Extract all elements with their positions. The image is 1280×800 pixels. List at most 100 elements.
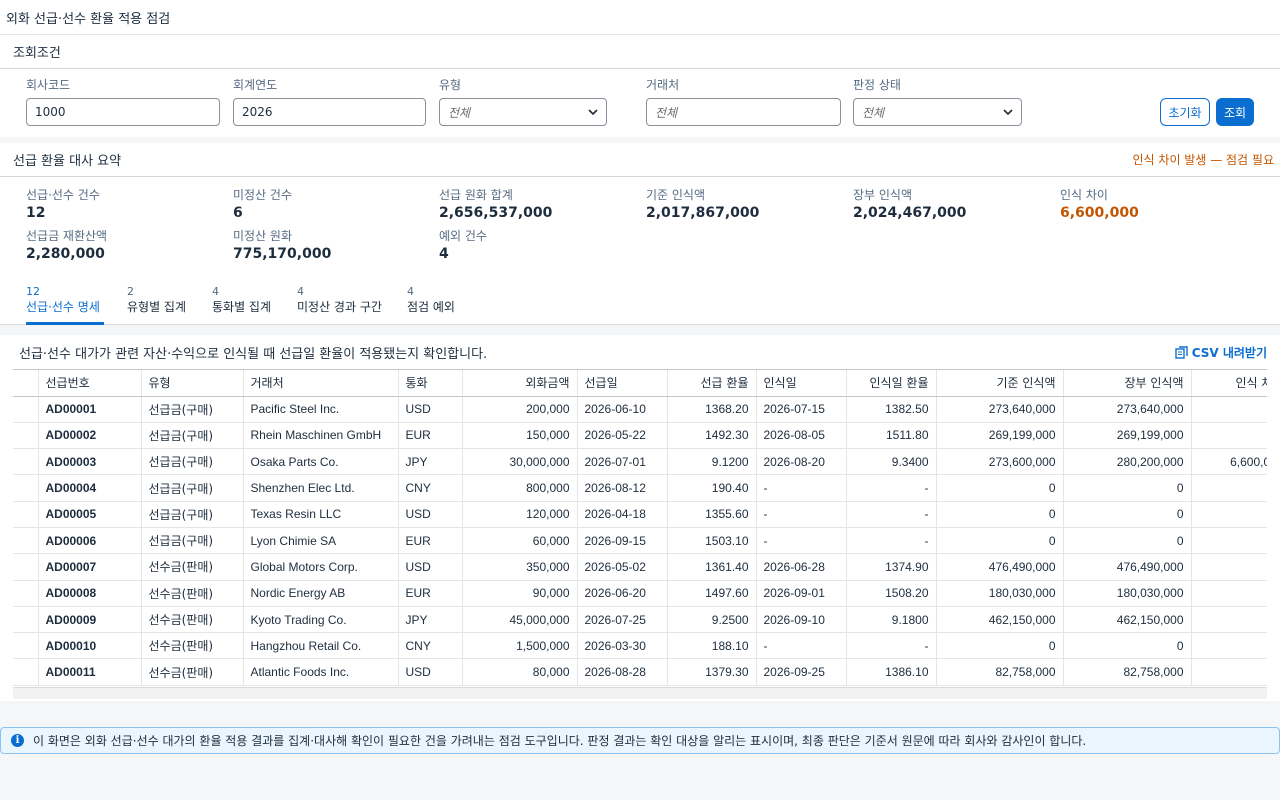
row-selector[interactable] — [13, 448, 39, 476]
row-selector[interactable] — [13, 632, 39, 660]
status-select[interactable]: 전체 — [853, 98, 1022, 126]
table-row[interactable]: AD00011 선수금(판매) Atlantic Foods Inc. USD 80,0… — [13, 658, 1267, 686]
table-row[interactable]: AD00008 선수금(판매) Nordic Energy AB EUR 90,000 2… — [13, 580, 1267, 607]
filter-panel: 조회조건 회사코드 1000 회계연도 2026 유형 전체 거래처 전체 판정… — [0, 35, 1280, 137]
table-cell: 2026-05-02 — [577, 553, 668, 581]
table-cell: 1508.20 — [846, 580, 937, 607]
table-cell: USD — [398, 396, 463, 423]
table-cell: Hangzhou Retail Co. — [243, 632, 399, 660]
kpi-label: 선급 원화 합계 — [439, 188, 513, 202]
table-row[interactable]: AD00003 선급금(구매) Osaka Parts Co. JPY 30,000,0… — [13, 448, 1267, 476]
column-header[interactable]: 선급 환율 — [667, 370, 757, 397]
tab-label: 선급·선수 명세 — [26, 300, 100, 314]
row-selector[interactable] — [13, 527, 39, 555]
reset-button[interactable]: 초기화 — [1160, 98, 1210, 126]
tab-by-type[interactable]: 2 유형별 집계 — [127, 285, 189, 325]
table-cell: 2026-07-25 — [577, 606, 668, 634]
kpi-label: 미정산 원화 — [233, 229, 293, 243]
table-cell: 6,600,000 — [1191, 448, 1267, 476]
kpi-unsettled-krw: 미정산 원화 775,170,000 — [233, 228, 331, 264]
table-cell: Global Motors Corp. — [243, 553, 399, 581]
table-cell: 200,000 — [462, 396, 578, 423]
table-cell: Rhein Maschinen GmbH — [243, 422, 399, 450]
table-cell: - — [756, 501, 847, 528]
kpi-value: 775,170,000 — [233, 246, 332, 262]
table-row[interactable]: AD00002 선급금(구매) Rhein Maschinen GmbH EUR 150… — [13, 422, 1267, 450]
table-row[interactable]: AD00010 선수금(판매) Hangzhou Retail Co. CNY 1,50… — [13, 632, 1267, 660]
partner-field: 거래처 전체 — [646, 78, 841, 126]
table-cell — [1191, 580, 1267, 607]
row-selector[interactable] — [13, 474, 39, 502]
table-cell: EUR — [398, 527, 463, 555]
filter-header: 조회조건 — [0, 35, 1280, 69]
tab-exceptions[interactable]: 4 점검 예외 — [407, 285, 459, 325]
row-selector[interactable] — [13, 422, 39, 450]
table-toolbar: 선급·선수 대가가 관련 자산·수익으로 인식될 때 선급일 환율이 적용됐는지… — [0, 335, 1280, 369]
column-header[interactable]: 기준 인식액 — [936, 370, 1064, 397]
csv-download-button[interactable]: CSV 내려받기 — [1174, 344, 1267, 361]
row-selector[interactable] — [13, 501, 39, 528]
column-header[interactable]: 선급일 — [577, 370, 668, 397]
table-row[interactable]: AD00001 선급금(구매) Pacific Steel Inc. USD 200,0… — [13, 396, 1267, 423]
table-cell: 150,000 — [462, 422, 578, 450]
table-row[interactable]: AD00006 선급금(구매) Lyon Chimie SA EUR 60,000 202… — [13, 527, 1267, 555]
tab-advance-detail[interactable]: 12 선급·선수 명세 — [26, 285, 104, 325]
row-selector[interactable] — [13, 606, 39, 634]
table-cell: AD00011 — [38, 658, 142, 686]
search-button[interactable]: 조회 — [1216, 98, 1254, 126]
kpi-label: 인식 차이 — [1060, 188, 1108, 202]
tab-by-currency[interactable]: 4 통화별 집계 — [212, 285, 274, 325]
partner-input[interactable]: 전체 — [646, 98, 841, 126]
table-cell: 0 — [936, 474, 1064, 502]
column-header[interactable]: 유형 — [141, 370, 244, 397]
column-header[interactable]: 통화 — [398, 370, 463, 397]
shell-bar: 외화 선급·선수 환율 적용 점검 — [0, 0, 1280, 35]
column-header[interactable]: 인식 차이 — [1191, 370, 1267, 397]
column-header[interactable]: 인식일 — [756, 370, 847, 397]
row-selector[interactable] — [13, 658, 39, 686]
kpi-label: 선급금 재환산액 — [26, 229, 108, 243]
table-cell: 2026-07-15 — [756, 396, 847, 423]
table-cell: 2026-09-25 — [756, 658, 847, 686]
detail-table-card: 선급·선수 대가가 관련 자산·수익으로 인식될 때 선급일 환율이 적용됐는지… — [0, 335, 1280, 701]
table-cell: Pacific Steel Inc. — [243, 396, 399, 423]
row-selector[interactable] — [13, 553, 39, 581]
fiscal-year-input[interactable]: 2026 — [233, 98, 426, 126]
tab-aging[interactable]: 4 미정산 경과 구간 — [297, 285, 387, 325]
table-cell: 1374.90 — [846, 553, 937, 581]
table-row[interactable]: AD00009 선수금(판매) Kyoto Trading Co. JPY 45,000… — [13, 606, 1267, 634]
column-header[interactable]: 인식일 환율 — [846, 370, 937, 397]
column-header[interactable]: 외화금액 — [462, 370, 578, 397]
table-cell: 선급금(구매) — [141, 527, 244, 555]
table-row[interactable]: AD00004 선급금(구매) Shenzhen Elec Ltd. CNY 800,0… — [13, 474, 1267, 502]
summary-alert: 인식 차이 발생 — 점검 필요 — [1132, 153, 1274, 167]
column-header[interactable]: 거래처 — [243, 370, 399, 397]
tab-label: 점검 예외 — [407, 300, 455, 314]
table-cell: 60,000 — [462, 527, 578, 555]
fiscal-year-field: 회계연도 2026 — [233, 78, 426, 126]
type-select-value: 전체 — [448, 105, 471, 120]
select-column-header[interactable] — [13, 370, 39, 397]
tab-bar: 12 선급·선수 명세 2 유형별 집계 4 통화별 집계 4 미정산 경과 구… — [0, 273, 1280, 325]
kpi-book-recognition: 장부 인식액 2,024,467,000 — [853, 187, 966, 223]
table-cell: 1492.30 — [667, 422, 757, 450]
info-icon: i — [11, 734, 24, 747]
column-header[interactable]: 장부 인식액 — [1063, 370, 1192, 397]
table-cell — [1191, 474, 1267, 502]
row-selector[interactable] — [13, 396, 39, 423]
row-selector[interactable] — [13, 580, 39, 607]
table-row[interactable]: AD00007 선수금(판매) Global Motors Corp. USD 350,… — [13, 553, 1267, 581]
type-select[interactable]: 전체 — [439, 98, 607, 126]
horizontal-scrollbar[interactable] — [13, 687, 1267, 699]
table-cell: 선급금(구매) — [141, 448, 244, 476]
table-cell: 800,000 — [462, 474, 578, 502]
kpi-remeasurement: 선급금 재환산액 2,280,000 — [26, 228, 107, 264]
table-cell: AD00004 — [38, 474, 142, 502]
table-cell: - — [756, 527, 847, 555]
table-cell: - — [846, 501, 937, 528]
company-code-input[interactable]: 1000 — [26, 98, 220, 126]
table-row[interactable]: AD00005 선급금(구매) Texas Resin LLC USD 120,000 2… — [13, 501, 1267, 528]
table-cell: Kyoto Trading Co. — [243, 606, 399, 634]
table-cell: 2026-06-20 — [577, 580, 668, 607]
column-header[interactable]: 선급번호 — [38, 370, 142, 397]
